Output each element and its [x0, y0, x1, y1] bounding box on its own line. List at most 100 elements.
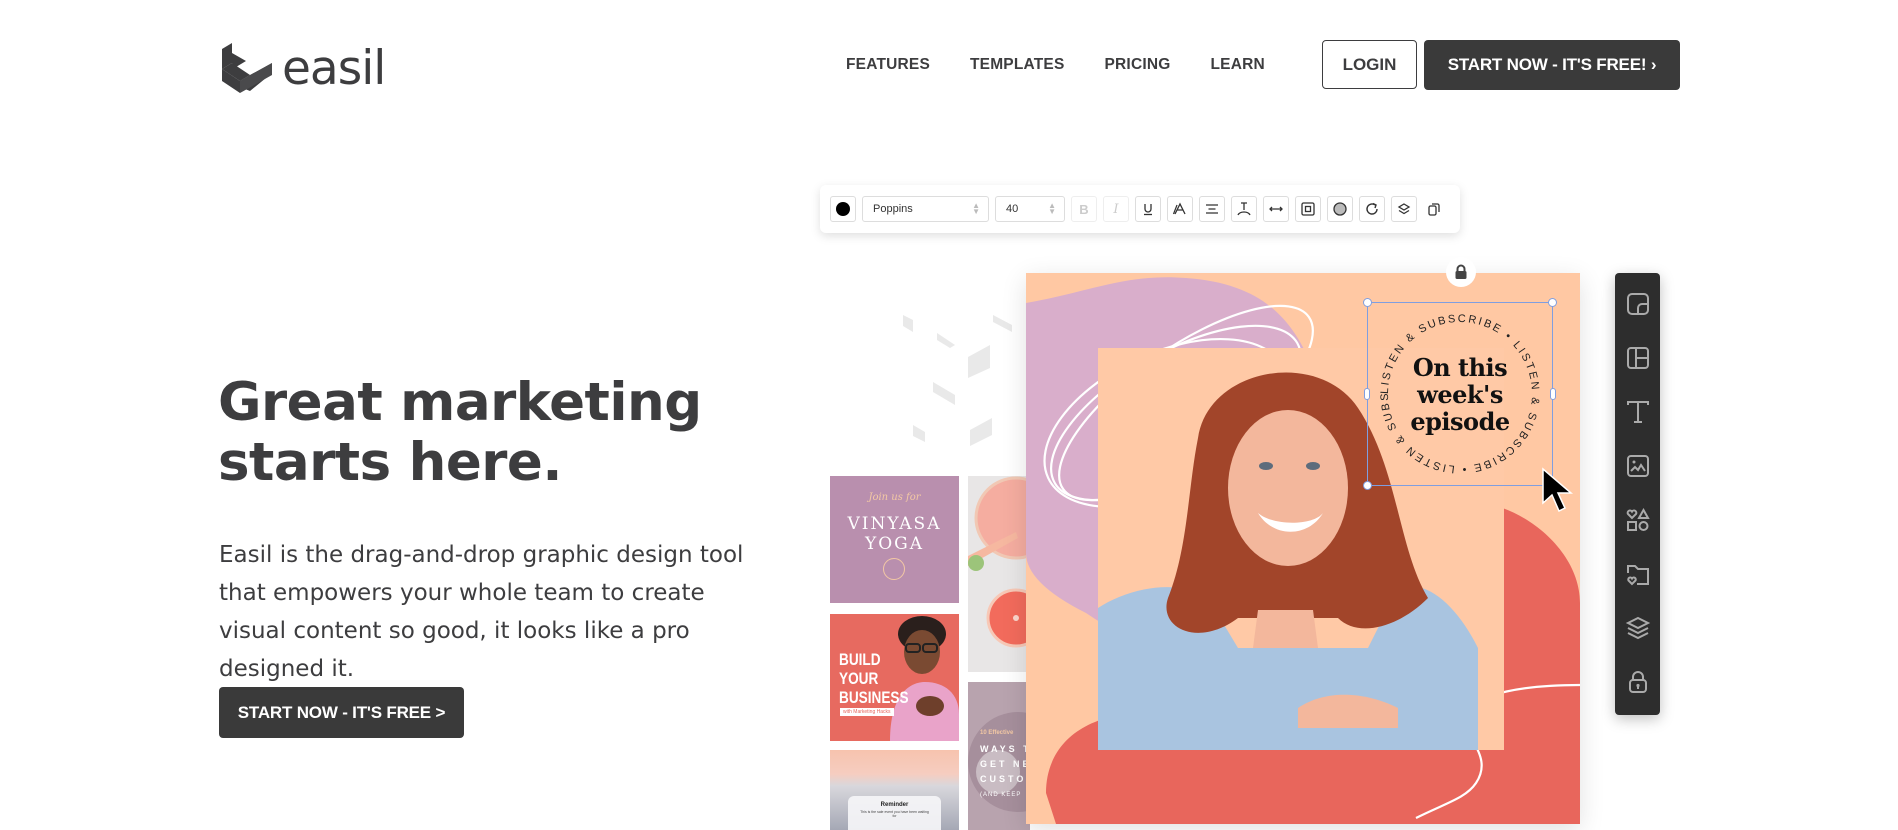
- ways-title: WAYS T GET NE CUSTO: [980, 742, 1030, 787]
- selection-box[interactable]: [1363, 298, 1557, 490]
- ways-tag: 10 Effective: [980, 730, 1014, 736]
- opacity-icon: [1333, 202, 1347, 216]
- template-thumb-drink[interactable]: [968, 476, 1030, 672]
- italic-button[interactable]: I: [1103, 196, 1129, 222]
- layers-button[interactable]: [1391, 196, 1417, 222]
- text-toolbar: Poppins ▲ ▼ 40 ▲ ▼ B I: [820, 185, 1460, 233]
- template-thumb-yoga[interactable]: Join us for VINYASA YOGA: [830, 476, 959, 603]
- easil-cube-logo-icon: [222, 43, 272, 93]
- business-title-1: BUILD: [839, 650, 881, 669]
- folder-heart-icon: [1627, 565, 1649, 586]
- tools-sidepanel: [1615, 273, 1660, 715]
- yoga-badge-icon: [883, 558, 905, 580]
- yoga-script: Join us for: [868, 492, 921, 503]
- font-size-value: 40: [1006, 203, 1019, 215]
- main-nav: FEATURES TEMPLATES PRICING LEARN: [846, 56, 1305, 74]
- layouts-icon: [1627, 347, 1649, 369]
- yoga-title-1: VINYASA: [847, 514, 942, 534]
- brand-logo[interactable]: easil: [220, 40, 386, 96]
- nav-learn[interactable]: LEARN: [1211, 56, 1265, 74]
- nav-templates[interactable]: TEMPLATES: [970, 56, 1065, 74]
- start-now-hero-button[interactable]: START NOW - IT'S FREE >: [219, 687, 464, 738]
- padding-button[interactable]: [1295, 196, 1321, 222]
- opacity-button[interactable]: [1327, 196, 1353, 222]
- letter-spacing-icon: [1269, 206, 1283, 212]
- nav-pricing[interactable]: PRICING: [1105, 56, 1171, 74]
- tool-templates[interactable]: [1625, 291, 1651, 317]
- duplicate-icon: [1428, 203, 1440, 216]
- select-arrows-icon: ▲ ▼: [972, 201, 980, 216]
- template-thumb-business[interactable]: BUILD YOUR BUSINESS with Marketing Hacks: [830, 614, 959, 741]
- italic-label: I: [1113, 201, 1119, 217]
- business-subtitle: with Marketing Hacks: [840, 708, 894, 716]
- letter-spacing-button[interactable]: [1263, 196, 1289, 222]
- text-effects-icon: [1172, 202, 1186, 215]
- tool-text[interactable]: [1625, 399, 1651, 425]
- grapefruit-drink-image-icon: [968, 476, 1030, 648]
- templates-icon: [1627, 293, 1649, 315]
- resize-handle-top-left[interactable]: [1363, 298, 1372, 307]
- resize-handle-left[interactable]: [1364, 388, 1370, 400]
- hero-title: Great marketing starts here.: [218, 373, 818, 493]
- lock-icon: [1455, 264, 1467, 279]
- lock-toggle-button[interactable]: [1446, 257, 1476, 287]
- tool-layers[interactable]: [1625, 615, 1651, 641]
- line-height-button[interactable]: [1231, 196, 1257, 222]
- hero-title-line2: starts here.: [218, 432, 563, 493]
- ways-line-1: WAYS T: [980, 744, 1030, 754]
- tool-my-assets[interactable]: [1625, 561, 1651, 587]
- yoga-title: VINYASA YOGA: [830, 514, 959, 554]
- duplicate-button[interactable]: [1423, 196, 1445, 222]
- lock-icon: [1629, 671, 1647, 693]
- hero-description: Easil is the drag-and-drop graphic desig…: [219, 542, 744, 682]
- tool-photos[interactable]: [1625, 453, 1651, 479]
- text-effects-button[interactable]: [1167, 196, 1193, 222]
- layers-icon: [1625, 616, 1651, 640]
- template-thumb-ways[interactable]: 10 Effective WAYS T GET NE CUSTO (AND KE…: [968, 682, 1030, 830]
- yoga-title-2: YOGA: [864, 534, 925, 554]
- font-family-select[interactable]: Poppins ▲ ▼: [862, 196, 989, 222]
- align-center-icon: [1206, 204, 1218, 214]
- text-icon: [1627, 401, 1649, 423]
- color-swatch: [836, 202, 850, 216]
- image-icon: [1627, 455, 1649, 477]
- brand-name: easil: [282, 40, 386, 96]
- login-button[interactable]: LOGIN: [1322, 40, 1417, 89]
- underline-button[interactable]: [1135, 196, 1161, 222]
- business-title: BUILD YOUR BUSINESS: [839, 650, 909, 707]
- tool-layouts[interactable]: [1625, 345, 1651, 371]
- reminder-body: This is the sale event you have been wai…: [860, 810, 929, 818]
- layers-icon: [1397, 203, 1411, 215]
- nav-features[interactable]: FEATURES: [846, 56, 930, 74]
- rotate-button[interactable]: [1359, 196, 1385, 222]
- template-thumb-reminder[interactable]: Reminder This is the sale event you have…: [830, 750, 959, 830]
- business-title-2: YOUR: [839, 669, 879, 688]
- resize-handle-right[interactable]: [1550, 388, 1556, 400]
- shapes-icon: [1626, 507, 1650, 531]
- tool-lock[interactable]: [1625, 669, 1651, 695]
- ways-line-2: GET NE: [980, 759, 1030, 769]
- underline-icon: [1144, 204, 1152, 216]
- font-family-value: Poppins: [873, 203, 913, 215]
- hero-title-line1: Great marketing: [218, 372, 702, 433]
- padding-icon: [1301, 202, 1315, 216]
- resize-handle-bottom-left[interactable]: [1363, 481, 1372, 490]
- rotate-icon: [1366, 202, 1378, 215]
- ways-line-3: CUSTO: [980, 774, 1027, 784]
- ways-small: (AND KEEP: [980, 792, 1022, 798]
- bold-button[interactable]: B: [1071, 196, 1097, 222]
- align-button[interactable]: [1199, 196, 1225, 222]
- select-arrows-icon: ▲ ▼: [1048, 201, 1056, 216]
- line-height-icon: [1237, 202, 1251, 216]
- mouse-pointer-icon: [1542, 467, 1574, 513]
- resize-handle-top-right[interactable]: [1548, 298, 1557, 307]
- reminder-title: Reminder: [880, 802, 909, 808]
- reminder-card: Reminder This is the sale event you have…: [848, 796, 941, 830]
- start-now-header-button[interactable]: START NOW - IT'S FREE! ›: [1424, 40, 1680, 90]
- font-size-select[interactable]: 40 ▲ ▼: [995, 196, 1065, 222]
- text-color-picker[interactable]: [830, 196, 856, 222]
- bold-label: B: [1079, 201, 1089, 217]
- decorative-shapes-icon: [903, 315, 1012, 446]
- tool-shapes[interactable]: [1625, 507, 1651, 533]
- business-title-3: BUSINESS: [839, 688, 909, 707]
